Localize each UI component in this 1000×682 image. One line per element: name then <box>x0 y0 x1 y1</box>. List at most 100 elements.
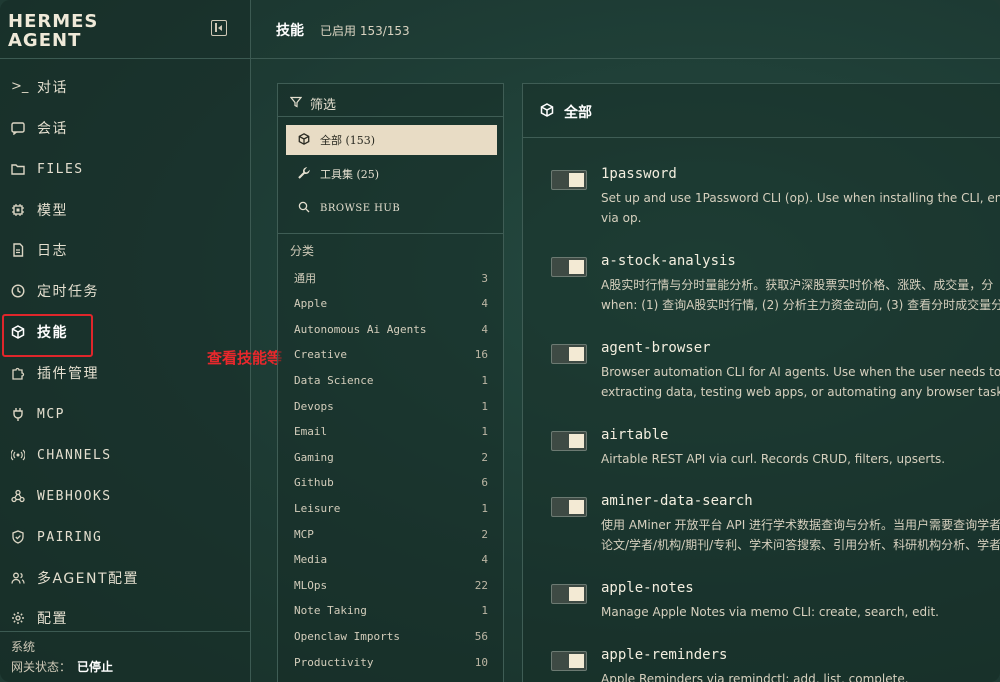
skill-toggle[interactable] <box>551 257 587 277</box>
category-count: 1 <box>481 399 488 413</box>
category-item[interactable]: Gaming 2 <box>294 445 488 469</box>
skill-description-line: when: (1) 查询A股实时行情, (2) 分析主力资金动向, (3) 查看… <box>601 298 1000 312</box>
category-name: MLOps <box>294 578 328 592</box>
category-name: Media <box>294 553 328 567</box>
category-count: 56 <box>474 629 488 643</box>
skill-toggle[interactable] <box>551 497 587 517</box>
search-icon <box>298 201 310 216</box>
sidebar-item-chat[interactable]: >_ 对话 <box>0 67 251 107</box>
sidebar-item-pairing[interactable]: PAIRING <box>0 517 251 557</box>
sidebar-item-label: PAIRING <box>37 529 103 545</box>
sidebar-item-channels[interactable]: CHANNELS <box>0 435 251 475</box>
sidebar-item-mcp[interactable]: MCP <box>0 394 251 434</box>
sidebar-item-label: 日志 <box>37 243 68 259</box>
page-title: 技能 <box>276 23 304 39</box>
system-label: 系统 <box>11 640 36 654</box>
divider <box>0 631 251 632</box>
category-item[interactable]: Note Taking 1 <box>294 599 488 623</box>
skill-description-line: via op. <box>601 211 642 225</box>
category-name: Devops <box>294 399 334 413</box>
category-count: 3 <box>481 271 488 285</box>
browse-hub-button[interactable]: BROWSE HUB <box>286 193 497 223</box>
category-count: 6 <box>481 476 488 490</box>
category-item[interactable]: Email 1 <box>294 420 488 444</box>
brand-logo: HERMES AGENT <box>8 12 98 50</box>
category-name: Openclaw Imports <box>294 629 400 643</box>
category-count: 10 <box>474 655 488 669</box>
clock-icon <box>11 284 25 298</box>
skill-toggle[interactable] <box>551 584 587 604</box>
category-name: Productivity <box>294 655 374 669</box>
category-item[interactable]: Devops 1 <box>294 394 488 418</box>
sidebar-item-logs[interactable]: 日志 <box>0 230 251 270</box>
category-item[interactable]: Openclaw Imports 56 <box>294 624 488 648</box>
skill-toggle[interactable] <box>551 431 587 451</box>
skill-description-line: Airtable REST API via curl. Records CRUD… <box>601 452 946 466</box>
category-item[interactable]: MLOps 22 <box>294 573 488 597</box>
category-item[interactable]: Productivity 10 <box>294 650 488 674</box>
sidebar-item-label: 配置 <box>37 611 68 627</box>
filter-toolsets-button[interactable]: 工具集 (25) <box>286 159 497 189</box>
category-name: Gaming <box>294 450 334 464</box>
category-count: 1 <box>481 373 488 387</box>
sidebar-item-label: 模型 <box>37 203 68 219</box>
category-item[interactable]: Data Science 1 <box>294 368 488 392</box>
sidebar-item-models[interactable]: 模型 <box>0 190 251 230</box>
skill-description-line: A股实时行情与分时量能分析。获取沪深股票实时价格、涨跌、成交量，分 <box>601 278 994 292</box>
annotation-text: 查看技能等 <box>207 349 283 367</box>
category-count: 1 <box>481 425 488 439</box>
category-name: Data Science <box>294 373 374 387</box>
divider <box>251 58 1000 59</box>
sidebar-item-scheduled-tasks[interactable]: 定时任务 <box>0 271 251 311</box>
category-name: MCP <box>294 527 314 541</box>
annotation-highlight-box <box>2 314 93 357</box>
gateway-status: 网关状态： 已停止 <box>11 658 113 675</box>
skill-description-line: Manage Apple Notes via memo CLI: create,… <box>601 605 939 619</box>
category-item[interactable]: Github 6 <box>294 471 488 495</box>
category-name: Leisure <box>294 501 341 515</box>
category-item[interactable]: 通用 3 <box>294 266 488 290</box>
skill-description-line: Browser automation CLI for AI agents. Us… <box>601 365 1000 379</box>
category-name: Apple <box>294 297 328 311</box>
category-count: 1 <box>481 501 488 515</box>
skill-name: apple-reminders <box>601 647 728 663</box>
skill-toggle[interactable] <box>551 170 587 190</box>
sidebar-item-multi-agent-config[interactable]: 多AGENT配置 <box>0 558 251 598</box>
skill-description: A股实时行情与分时量能分析。获取沪深股票实时价格、涨跌、成交量，分 when: (… <box>601 275 1000 315</box>
skill-name: apple-notes <box>601 580 694 596</box>
category-item[interactable]: MCP 2 <box>294 522 488 546</box>
skill-toggle[interactable] <box>551 344 587 364</box>
category-name: Creative <box>294 348 347 362</box>
document-icon <box>11 243 25 257</box>
category-count: 1 <box>481 604 488 618</box>
skill-toggle[interactable] <box>551 651 587 671</box>
skill-description: Set up and use 1Password CLI (op). Use w… <box>601 188 1000 228</box>
sidebar-item-label: CHANNELS <box>37 447 112 463</box>
sidebar-item-settings[interactable]: 配置 <box>0 598 251 638</box>
sidebar-collapse-icon[interactable] <box>211 20 227 36</box>
category-item[interactable]: Leisure 1 <box>294 496 488 520</box>
divider <box>0 58 251 59</box>
chat-icon <box>11 121 25 136</box>
broadcast-icon <box>10 448 26 462</box>
sidebar-item-sessions[interactable]: 会话 <box>0 108 251 148</box>
plug-icon <box>11 407 25 421</box>
sidebar-item-files[interactable]: FILES <box>0 149 251 189</box>
category-item[interactable]: Autonomous Ai Agents 4 <box>294 317 488 341</box>
skill-description: Browser automation CLI for AI agents. Us… <box>601 362 1000 402</box>
sidebar-item-label: FILES <box>37 161 84 177</box>
shield-icon <box>11 530 25 544</box>
filter-all-button[interactable]: 全部 (153) <box>286 125 497 155</box>
category-item[interactable]: Creative 16 <box>294 343 488 367</box>
category-count: 4 <box>481 553 488 567</box>
category-name: 通用 <box>294 272 316 285</box>
filter-header: 筛选 <box>289 94 336 113</box>
sidebar-item-webhooks[interactable]: WEBHOOKS <box>0 476 251 516</box>
filter-all-label: 全部 (153) <box>320 134 376 147</box>
gear-icon <box>11 611 25 625</box>
filter-panel: 筛选 全部 (153) 工具集 (25) BROWSE HUB 分类 通用 3 Ap… <box>277 83 504 682</box>
category-item[interactable]: Media 4 <box>294 548 488 572</box>
category-item[interactable]: Apple 4 <box>294 292 488 316</box>
skill-description-line: 论文/学者/机构/期刊/专利、学术问答搜索、引用分析、科研机构分析、学者 <box>601 538 1000 552</box>
filter-icon <box>289 96 303 111</box>
